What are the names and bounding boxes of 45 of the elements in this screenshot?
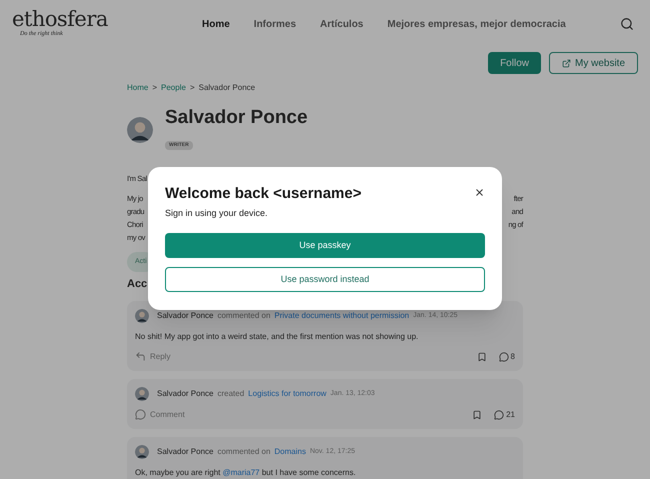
password-button[interactable]: Use password instead <box>165 267 485 292</box>
profile-name: Salvador Ponce <box>165 106 308 130</box>
external-link-icon <box>562 58 571 68</box>
close-icon[interactable] <box>474 187 485 198</box>
comment-text: Ok, maybe you are right @maria77 but I have some concerns. <box>135 466 357 479</box>
author-name: Salvador Ponce <box>157 446 214 458</box>
reply-button[interactable]: Reply <box>135 350 170 363</box>
post-link[interactable]: Private documents without permission <box>274 310 410 322</box>
post-link[interactable]: Domains <box>274 446 306 458</box>
avatar <box>135 444 149 459</box>
nav-link[interactable]: Mejores empresas, mejor democracia <box>387 16 566 32</box>
section-heading: Acc <box>127 277 148 292</box>
dialog-title: Welcome back <username> <box>165 184 362 204</box>
logo[interactable]: ethosfera <box>12 9 202 30</box>
comment-button[interactable]: Comment <box>135 408 185 421</box>
breadcrumb-separator: > <box>190 82 195 94</box>
comments-count[interactable]: 21 <box>494 408 515 421</box>
author-name: Salvador Ponce <box>157 388 214 400</box>
action-text: created <box>217 388 244 400</box>
author-name: Salvador Ponce <box>157 310 214 322</box>
breadcrumb-link[interactable]: Home <box>127 82 148 94</box>
breadcrumb-link[interactable]: People <box>161 82 186 94</box>
search-icon[interactable] <box>620 17 634 31</box>
breadcrumb-current: Salvador Ponce <box>198 82 256 94</box>
bookmark-icon[interactable] <box>476 352 487 362</box>
passkey-button[interactable]: Use passkey <box>165 233 485 258</box>
comment-text: No shit! My app got into a weird state, and the first mention was not showing up. <box>135 330 420 343</box>
nav-link[interactable]: Home <box>202 16 230 32</box>
avatar <box>135 308 149 323</box>
follow-button[interactable]: Follow <box>488 52 541 74</box>
breadcrumb-separator: > <box>152 82 158 94</box>
dialog-subtitle: Sign in using your device. <box>165 206 269 220</box>
nav-link[interactable]: Informes <box>254 16 296 32</box>
comment-icon <box>135 409 146 420</box>
comments-count[interactable]: 8 <box>498 350 515 363</box>
mention-link[interactable]: @maria77 <box>222 468 260 477</box>
avatar <box>135 386 149 401</box>
action-text: commented on <box>217 446 270 458</box>
nav-link[interactable]: Artículos <box>320 16 364 32</box>
website-button[interactable]: My website <box>548 52 638 74</box>
action-text: commented on <box>217 310 270 322</box>
avatar <box>127 116 153 143</box>
bookmark-icon[interactable] <box>472 410 482 420</box>
reply-icon <box>135 351 146 362</box>
post-link[interactable]: Logistics for tomorrow <box>248 388 326 400</box>
